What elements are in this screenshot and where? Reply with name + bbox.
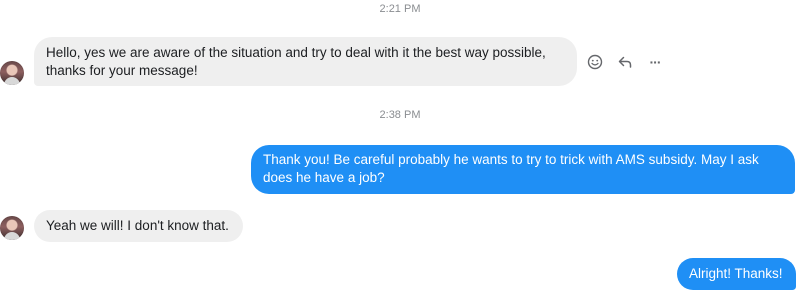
message-text-line: does he have a job? bbox=[263, 170, 385, 185]
message-text-line: thanks for your message! bbox=[46, 63, 198, 78]
message-bubble-incoming[interactable]: Hello, yes we are aware of the situation… bbox=[34, 37, 577, 86]
reply-icon[interactable] bbox=[616, 53, 634, 71]
more-options-icon[interactable]: ··· bbox=[646, 53, 664, 71]
message-text-line: Alright! Thanks! bbox=[689, 266, 783, 281]
message-bubble-outgoing[interactable]: Alright! Thanks! bbox=[677, 258, 796, 290]
message-text-line: Thank you! Be careful probably he wants … bbox=[263, 152, 759, 167]
avatar[interactable] bbox=[0, 61, 24, 85]
avatar[interactable] bbox=[0, 216, 24, 240]
message-bubble-outgoing[interactable]: Thank you! Be careful probably he wants … bbox=[251, 145, 795, 194]
timestamp: 2:38 PM bbox=[379, 109, 421, 121]
message-text-line: Yeah we will! I don't know that. bbox=[46, 218, 229, 233]
message-text-line: Hello, yes we are aware of the situation… bbox=[46, 45, 546, 60]
message-actions: ··· bbox=[586, 53, 664, 71]
chat-thread: 2:21 PM Hello, yes we are aware of the s… bbox=[0, 0, 800, 298]
more-options-glyph: ··· bbox=[649, 54, 662, 70]
message-bubble-incoming[interactable]: Yeah we will! I don't know that. bbox=[34, 210, 243, 242]
emoji-react-icon[interactable] bbox=[586, 53, 604, 71]
timestamp: 2:21 PM bbox=[379, 3, 421, 15]
